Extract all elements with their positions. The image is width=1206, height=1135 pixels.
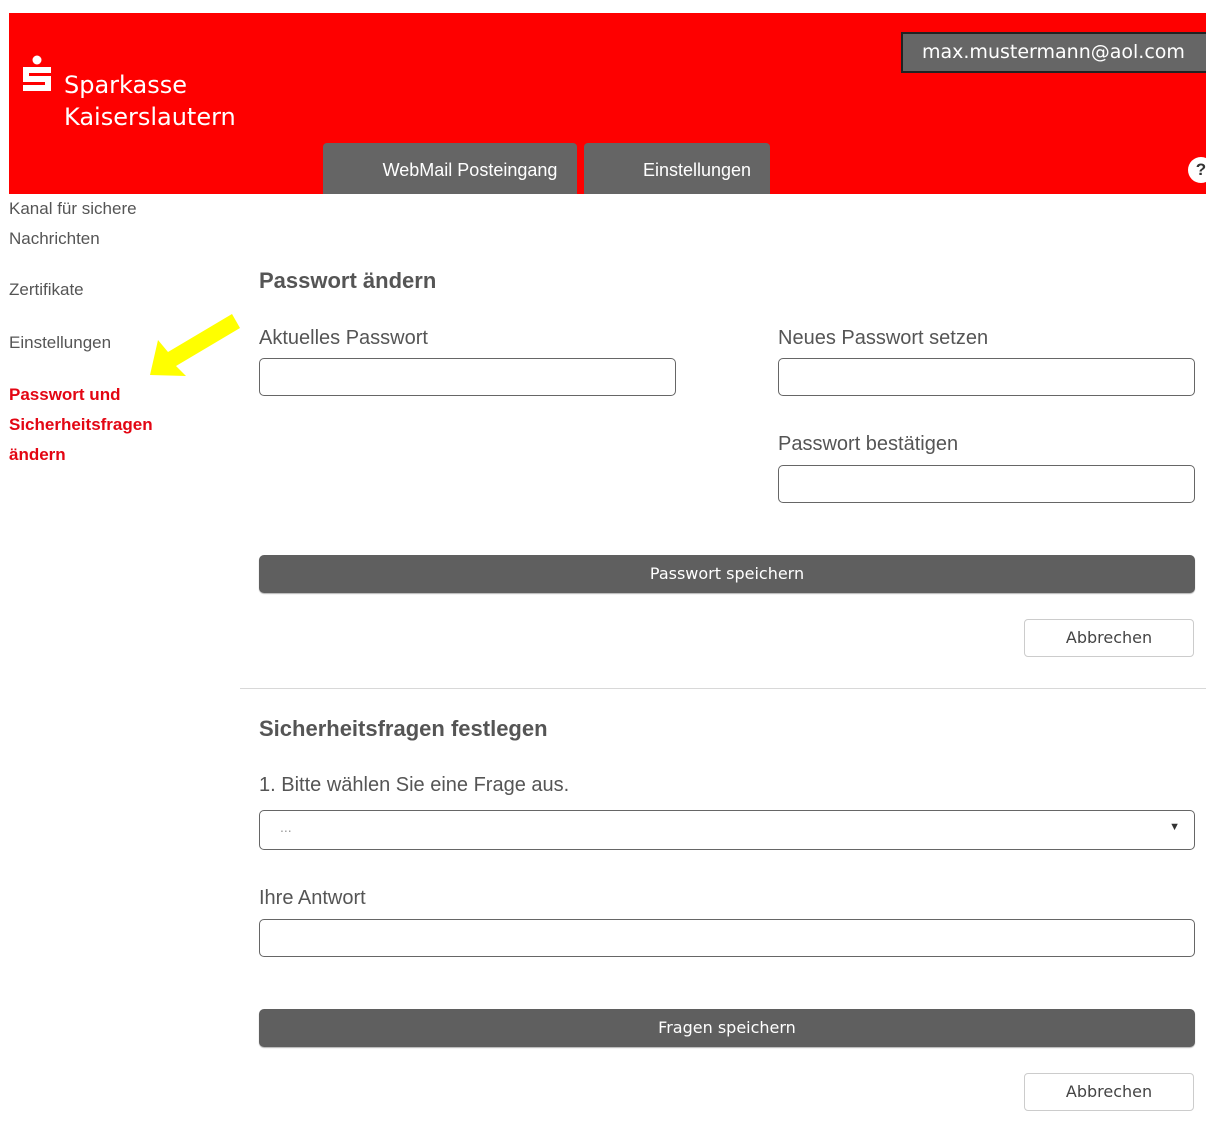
new-password-label: Neues Passwort setzen: [778, 327, 989, 349]
sparkasse-s-icon: [23, 55, 51, 91]
tab-webmail-inbox[interactable]: WebMail Posteingang: [323, 143, 577, 196]
question-select-label: 1. Bitte wählen Sie eine Frage aus.: [259, 774, 570, 796]
current-password-label: Aktuelles Passwort: [259, 327, 428, 349]
confirm-password-label: Passwort bestätigen: [778, 433, 959, 455]
brand-name: Sparkasse Kaiserslautern: [64, 69, 236, 133]
sparkasse-logo[interactable]: Sparkasse Kaiserslautern: [20, 55, 236, 133]
answer-label: Ihre Antwort: [259, 887, 366, 909]
tab-settings[interactable]: Einstellungen: [584, 143, 770, 196]
user-email[interactable]: max.mustermann@aol.com: [901, 32, 1206, 73]
caret-down-icon: ▼: [1169, 821, 1180, 833]
section-divider: [240, 688, 1206, 689]
new-password-input[interactable]: [778, 358, 1195, 396]
annotation-arrow-icon: [150, 314, 240, 376]
brand-line-1: Sparkasse: [64, 71, 187, 99]
question-select-value: ...: [280, 819, 292, 835]
question-select[interactable]: ... ▼: [259, 810, 1195, 850]
brand-line-2: Kaiserslautern: [64, 103, 236, 131]
app-header: Sparkasse Kaiserslautern max.mustermann@…: [9, 13, 1206, 196]
cancel-questions-button[interactable]: Abbrechen: [1024, 1073, 1194, 1111]
current-password-input[interactable]: [259, 358, 676, 396]
cancel-password-button[interactable]: Abbrechen: [1024, 619, 1194, 657]
password-section-title: Passwort ändern: [259, 268, 437, 293]
save-questions-button[interactable]: Fragen speichern: [259, 1009, 1195, 1047]
sidebar-item-password-security[interactable]: Passwort und Sicherheitsfragen ändern: [9, 380, 179, 470]
sidebar-item-secure-channel[interactable]: Kanal für sichere Nachrichten: [9, 194, 169, 254]
confirm-password-input[interactable]: [778, 465, 1195, 503]
help-icon[interactable]: ?: [1188, 157, 1206, 183]
sidebar-item-certificates[interactable]: Zertifikate: [9, 275, 84, 305]
save-password-button[interactable]: Passwort speichern: [259, 555, 1195, 593]
sidebar-item-settings[interactable]: Einstellungen: [9, 328, 111, 358]
answer-input[interactable]: [259, 919, 1195, 957]
security-section-title: Sicherheitsfragen festlegen: [259, 716, 548, 741]
